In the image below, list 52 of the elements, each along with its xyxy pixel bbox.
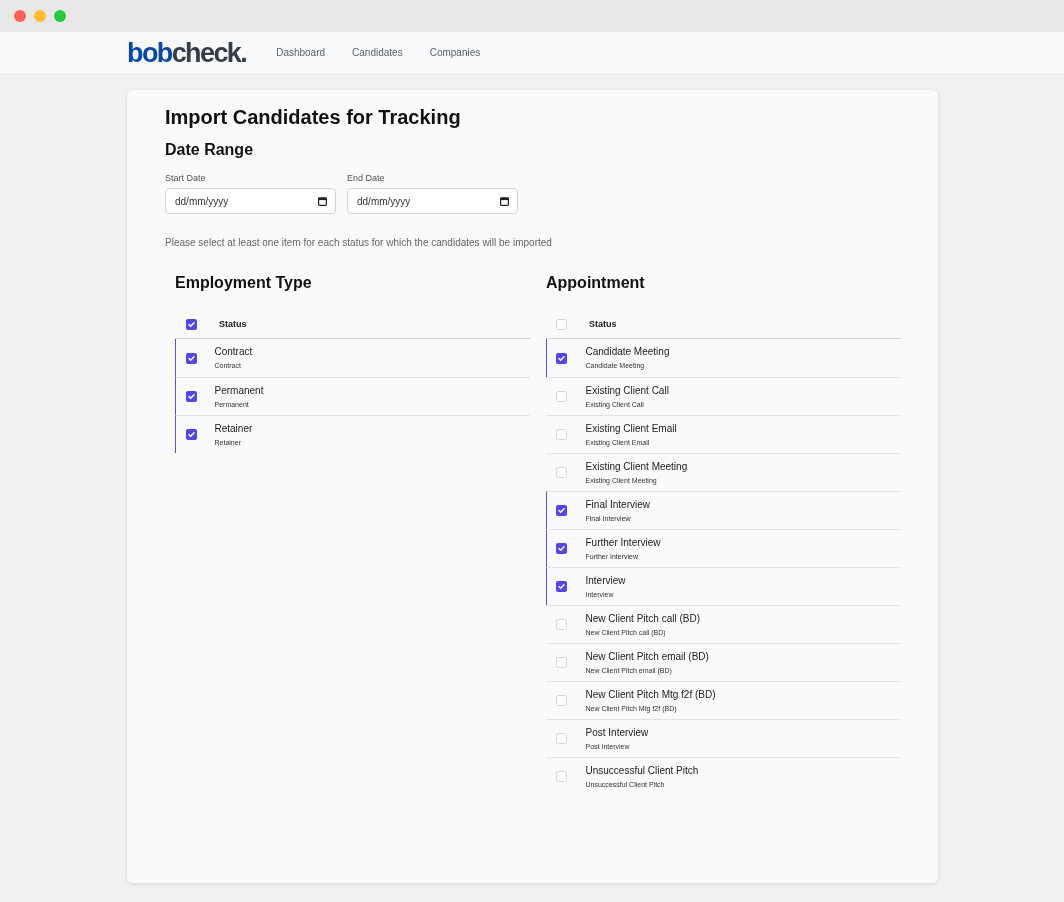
checkbox[interactable] <box>555 619 567 630</box>
checkbox[interactable] <box>555 429 567 440</box>
checkbox[interactable] <box>555 695 567 706</box>
status-label: Further Interview <box>585 536 661 549</box>
status-label: Existing Client Meeting <box>585 460 688 473</box>
status-label: New Client Pitch email (BD) <box>585 650 709 663</box>
status-label: Post Interview <box>585 726 649 739</box>
checkbox[interactable] <box>186 318 197 330</box>
section-heading: Date Range <box>165 140 255 160</box>
checkbox[interactable] <box>555 657 567 668</box>
date-field[interactable]: dd/mm/yyyy <box>347 188 518 214</box>
calendar-icon[interactable] <box>318 196 327 206</box>
minimize-button[interactable] <box>34 10 46 22</box>
checkbox[interactable] <box>555 505 567 516</box>
status-label: Contract <box>214 346 253 358</box>
checkbox[interactable] <box>555 771 567 782</box>
checkbox[interactable] <box>555 543 567 554</box>
date-field[interactable]: dd/mm/yyyy <box>165 188 336 214</box>
status-label: Interview <box>585 574 626 587</box>
checkbox[interactable] <box>555 581 567 592</box>
field-label: End Date <box>347 172 386 184</box>
column-header: Status <box>219 319 247 329</box>
status-label: Existing Client Call <box>585 384 669 397</box>
status-label: Final Interview <box>585 498 650 511</box>
status-label: New Client Pitch Mtg f2f (BD) <box>585 688 716 701</box>
nav-link[interactable]: Candidates <box>352 47 403 58</box>
checkbox[interactable] <box>556 318 567 330</box>
checkbox[interactable] <box>555 733 567 744</box>
logo[interactable]: bobcheck. <box>127 38 247 67</box>
status-label: Unsuccessful Client Pitch <box>585 764 699 777</box>
status-label: Existing Client Email <box>585 422 677 435</box>
checkbox[interactable] <box>555 391 567 402</box>
status-label: New Client Pitch call (BD) <box>585 612 700 625</box>
status-label: Permanent <box>214 384 264 397</box>
status-label: Candidate Meeting <box>585 346 670 358</box>
column-header: Status <box>589 319 617 329</box>
checkbox[interactable] <box>555 352 567 364</box>
nav-link[interactable]: Dashboard <box>276 47 326 58</box>
section-heading: Employment Type <box>175 273 313 293</box>
checkbox[interactable] <box>185 352 197 364</box>
calendar-icon[interactable] <box>500 196 509 206</box>
nav-link[interactable]: Companies <box>429 47 481 58</box>
checkbox[interactable] <box>555 467 567 478</box>
checkbox[interactable] <box>185 429 197 440</box>
page-title: Import Candidates for Tracking <box>165 105 462 129</box>
close-button[interactable] <box>14 10 26 22</box>
maximize-button[interactable] <box>54 10 66 22</box>
status-label: Retainer <box>214 422 253 435</box>
field-label: Start Date <box>165 172 207 184</box>
instruction-text: Please select at least one item for each status for which the candidates will be imported <box>165 236 553 250</box>
section-heading: Appointment <box>546 273 646 293</box>
checkbox[interactable] <box>185 391 197 402</box>
